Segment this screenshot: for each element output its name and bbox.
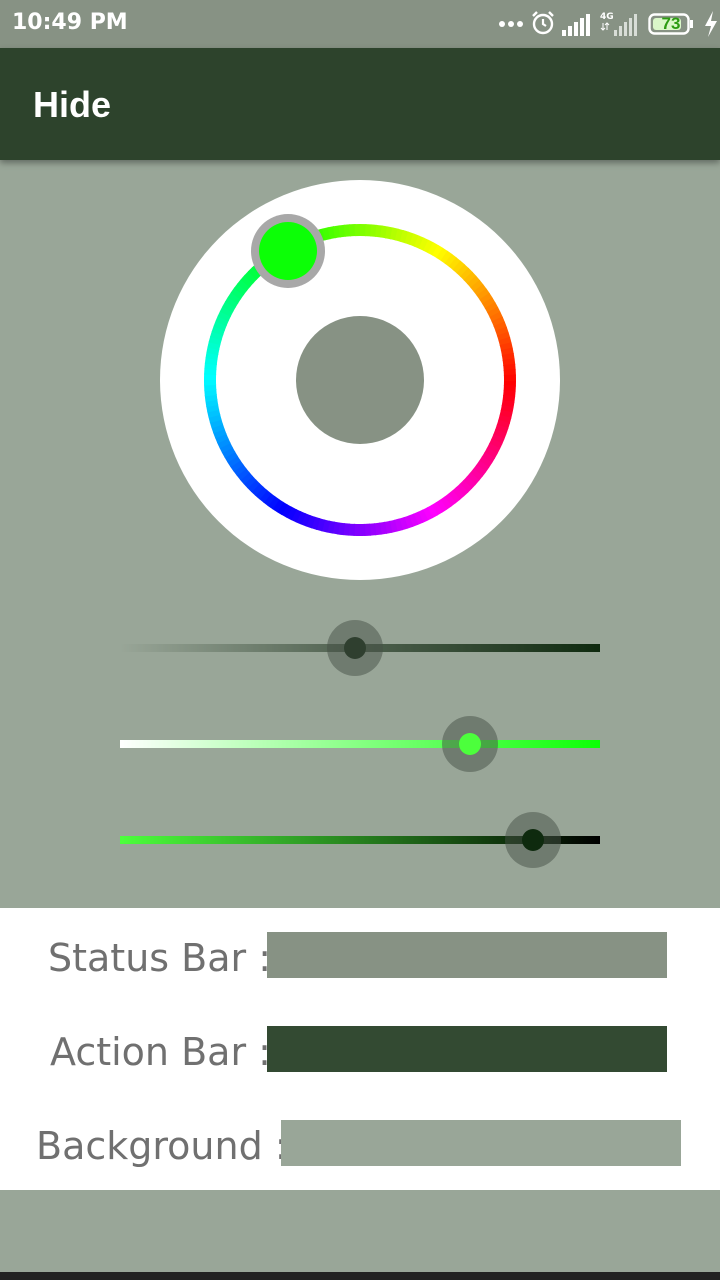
charging-bolt-icon [705, 11, 717, 37]
battery-icon: 73 [648, 13, 694, 35]
status-bar-color-swatch[interactable] [267, 932, 667, 978]
value-slider[interactable] [120, 810, 600, 870]
status-time: 10:49 PM [12, 10, 128, 35]
action-bar-color-swatch[interactable] [267, 1026, 667, 1072]
slider-track[interactable] [120, 740, 600, 748]
action-bar-label: Action Bar : [50, 1030, 271, 1074]
background-color-swatch[interactable] [281, 1120, 681, 1166]
signal-icon [562, 14, 590, 36]
color-picker[interactable] [160, 180, 560, 580]
hue-handle[interactable] [251, 214, 325, 288]
svg-text:4G: 4G [600, 12, 614, 22]
navigation-edge [0, 1272, 720, 1280]
status-bar-row[interactable]: Status Bar : [0, 932, 720, 992]
slider-thumb[interactable] [521, 829, 544, 851]
action-bar: Hide [0, 48, 720, 160]
saturation-slider[interactable] [120, 714, 600, 774]
battery-level: 73 [661, 14, 681, 33]
color-preview-panel: Status Bar : Action Bar : Background : [0, 908, 720, 1190]
system-status-bar: 10:49 PM 4G 73 [0, 0, 720, 48]
more-dots-icon [499, 21, 523, 27]
alarm-icon [532, 11, 554, 35]
background-label: Background : [36, 1124, 288, 1168]
status-bar-label: Status Bar : [48, 936, 272, 980]
opacity-slider[interactable] [120, 618, 600, 678]
selected-color-preview [296, 316, 424, 444]
page-title: Hide [33, 84, 112, 125]
background-row[interactable]: Background : [0, 1120, 720, 1180]
signal-4g-icon: 4G [600, 12, 637, 36]
action-bar-row[interactable]: Action Bar : [0, 1026, 720, 1086]
